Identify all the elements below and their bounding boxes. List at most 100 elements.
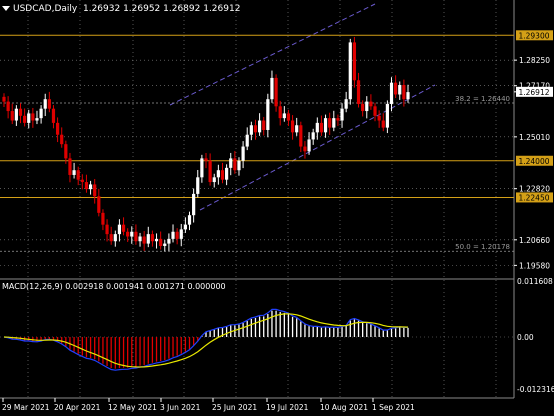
macd-axis-label: 0.00 — [517, 333, 534, 342]
time-axis-label: 29 Mar 2021 — [2, 403, 50, 412]
time-axis-label: 3 Jun 2021 — [160, 403, 201, 412]
candle-body — [142, 236, 146, 244]
level-price-label: 1.29300 — [518, 32, 549, 41]
candle-body — [167, 238, 171, 244]
candle-body — [290, 120, 295, 133]
candle-body — [270, 77, 274, 100]
candle-body — [332, 118, 336, 128]
candle-body — [113, 234, 117, 242]
candle-body — [80, 179, 84, 183]
candle-body — [138, 236, 142, 242]
time-axis-label: 12 May 2021 — [108, 403, 157, 412]
time-axis-label: 10 Aug 2021 — [320, 403, 368, 412]
candle-body — [225, 167, 229, 180]
time-axis-label: 25 Jun 2021 — [212, 403, 257, 412]
candle-body — [361, 103, 365, 112]
candle-body — [241, 146, 245, 161]
candle-body — [229, 158, 233, 168]
candle-body — [154, 238, 159, 242]
candle-body — [220, 170, 225, 180]
candle-body — [369, 101, 373, 107]
candle-body — [389, 82, 394, 104]
candle-body — [18, 108, 23, 116]
candle-body — [192, 193, 196, 216]
candle-body — [328, 118, 332, 128]
candle-body — [126, 231, 130, 237]
fib-label: 50.0 = 1.20178 — [455, 243, 510, 251]
dropdown-triangle-icon[interactable] — [2, 6, 10, 11]
candle-body — [319, 122, 324, 133]
candle-body — [295, 125, 299, 133]
candle-body — [356, 80, 361, 104]
candle-body — [394, 82, 398, 95]
candle-body — [101, 212, 105, 225]
candle-body — [76, 170, 80, 180]
time-axis-label: 1 Sep 2021 — [372, 403, 415, 412]
candle-body — [55, 122, 60, 135]
candle-body — [315, 122, 319, 133]
candle-body — [97, 196, 101, 213]
candle-body — [35, 118, 39, 121]
fib-label: 38.2 = 1.26440 — [455, 95, 510, 103]
price-axis-label: 1.25010 — [519, 133, 550, 142]
candle-body — [299, 125, 303, 147]
candle-body — [179, 229, 183, 239]
candle-body — [196, 177, 200, 194]
candle-body — [286, 113, 291, 121]
candle-body — [163, 243, 167, 246]
chart-background — [0, 0, 554, 416]
candle-body — [159, 238, 163, 246]
candle-body — [233, 158, 237, 171]
candle-body — [274, 77, 278, 107]
candle-body — [381, 120, 385, 128]
candle-body — [307, 139, 311, 152]
candle-body — [27, 113, 31, 123]
time-axis-label: 19 Jul 2021 — [266, 403, 309, 412]
candle-body — [84, 182, 89, 190]
macd-axis-label: 0.011608 — [517, 277, 553, 286]
candle-body — [406, 92, 410, 100]
candle-body — [323, 118, 328, 133]
price-axis-label: 1.19580 — [519, 261, 550, 270]
candle-body — [344, 99, 348, 109]
candle-body — [150, 234, 155, 242]
candle-body — [68, 158, 72, 175]
candle-body — [175, 231, 179, 239]
candle-body — [105, 224, 109, 235]
chart-canvas[interactable]: 1.29300 1.24000 1.22450 38.2 = 1.26440 50.0… — [0, 0, 554, 416]
level-price-label: 1.22450 — [518, 194, 549, 203]
candle-body — [60, 134, 64, 145]
candle-body — [187, 215, 192, 225]
candle-body — [134, 231, 138, 242]
macd-label: MACD(12,26,9) 0.002918 0.001941 0.001271… — [2, 282, 226, 291]
candle-body — [402, 85, 406, 100]
candle-body — [348, 42, 352, 100]
candle-body — [183, 224, 187, 230]
level-price-label: 1.24000 — [518, 157, 549, 166]
candle-body — [200, 158, 204, 178]
candle-body — [146, 234, 150, 244]
candle-body — [204, 158, 208, 161]
candle-body — [245, 134, 249, 147]
candle-body — [130, 231, 134, 237]
candle-body — [47, 99, 51, 109]
price-axis-label: 1.28250 — [519, 56, 550, 65]
ohlc-values: 1.26932 1.26952 1.26892 1.26912 — [82, 4, 241, 14]
candle-body — [212, 177, 216, 183]
candle-body — [51, 108, 56, 123]
candle-body — [23, 115, 27, 123]
symbol-timeframe: USDCAD,Daily — [13, 4, 78, 14]
candle-body — [249, 125, 253, 135]
candle-body — [303, 146, 307, 152]
price-axis-label: 1.20660 — [519, 236, 550, 245]
candle-body — [88, 184, 93, 190]
candle-body — [262, 120, 266, 130]
candle-body — [352, 42, 357, 81]
candle-body — [93, 184, 97, 197]
candle-body — [385, 103, 389, 128]
candle-body — [171, 231, 175, 239]
macd-axis-label: -0.012316 — [517, 385, 554, 394]
candle-body — [2, 96, 6, 102]
current-price-label: 1.26912 — [518, 88, 549, 97]
candle-body — [121, 224, 126, 232]
